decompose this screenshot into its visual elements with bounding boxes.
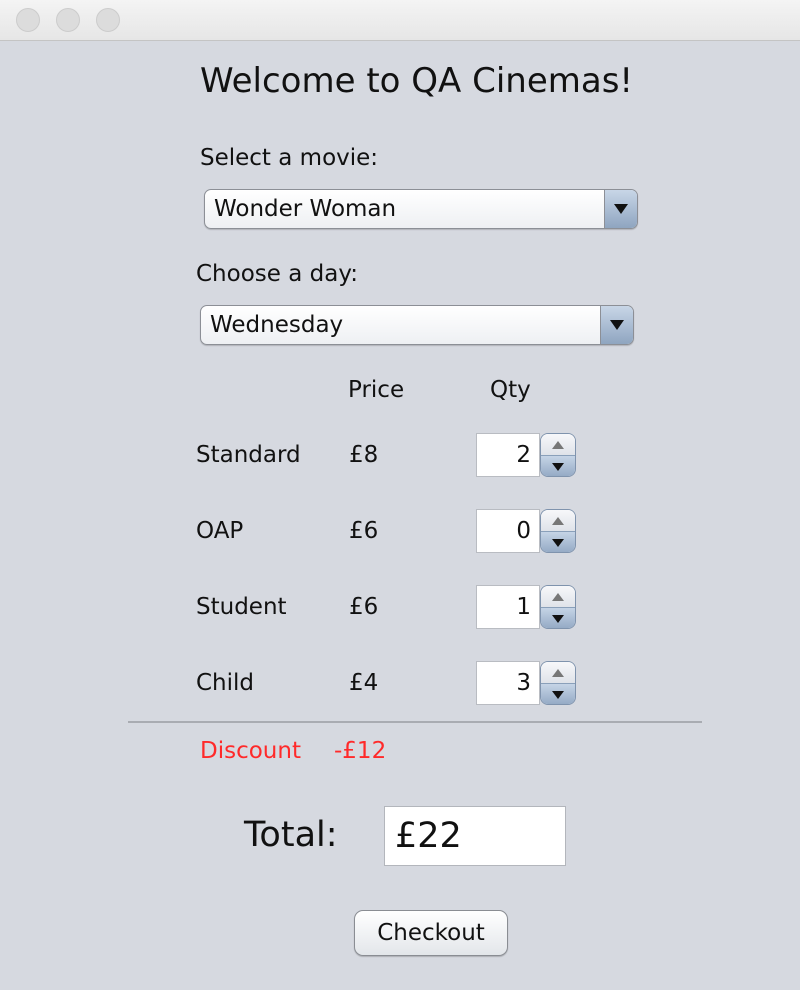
page-title: Welcome to QA Cinemas!: [200, 61, 634, 101]
movie-select-chevron-down-icon[interactable]: [604, 190, 637, 228]
ticket-price: £6: [349, 518, 379, 544]
ticket-type-label: OAP: [196, 518, 244, 544]
qty-stepper-input[interactable]: 2: [476, 433, 540, 477]
increment-arrow-icon[interactable]: [541, 662, 575, 683]
qty-stepper-buttons: [540, 433, 576, 477]
movie-select-value: Wonder Woman: [214, 196, 397, 222]
total-label: Total:: [244, 815, 338, 855]
movie-label: Select a movie:: [200, 145, 379, 171]
price-column-header: Price: [348, 377, 405, 403]
decrement-arrow-icon[interactable]: [541, 683, 575, 704]
window-close-button[interactable]: [16, 8, 40, 32]
discount-value: -£12: [334, 738, 387, 764]
window-minimize-button[interactable]: [56, 8, 80, 32]
day-select[interactable]: Wednesday: [200, 305, 634, 345]
qty-stepper[interactable]: 3: [476, 661, 576, 705]
decrement-arrow-icon[interactable]: [541, 607, 575, 628]
divider: [128, 721, 702, 723]
movie-select[interactable]: Wonder Woman: [204, 189, 638, 229]
day-select-chevron-down-icon[interactable]: [600, 306, 633, 344]
main-panel: Welcome to QA Cinemas! Select a movie: W…: [0, 41, 800, 990]
qty-stepper-buttons: [540, 509, 576, 553]
qty-stepper-input[interactable]: 1: [476, 585, 540, 629]
qty-column-header: Qty: [490, 377, 531, 403]
ticket-type-label: Child: [196, 670, 255, 696]
increment-arrow-icon[interactable]: [541, 510, 575, 531]
qty-stepper[interactable]: 0: [476, 509, 576, 553]
ticket-type-label: Standard: [196, 442, 301, 468]
day-label: Choose a day:: [196, 261, 359, 287]
day-select-value: Wednesday: [210, 312, 344, 338]
window-zoom-button[interactable]: [96, 8, 120, 32]
window-titlebar: [0, 0, 800, 41]
ticket-type-label: Student: [196, 594, 287, 620]
increment-arrow-icon[interactable]: [541, 434, 575, 455]
ticket-price: £8: [349, 442, 379, 468]
ticket-price: £4: [349, 670, 379, 696]
increment-arrow-icon[interactable]: [541, 586, 575, 607]
decrement-arrow-icon[interactable]: [541, 455, 575, 476]
checkout-button[interactable]: Checkout: [354, 910, 508, 956]
qty-stepper[interactable]: 2: [476, 433, 576, 477]
decrement-arrow-icon[interactable]: [541, 531, 575, 552]
qty-stepper-buttons: [540, 661, 576, 705]
qty-stepper-input[interactable]: 3: [476, 661, 540, 705]
qty-stepper-input[interactable]: 0: [476, 509, 540, 553]
total-field[interactable]: £22: [384, 806, 566, 866]
qty-stepper-buttons: [540, 585, 576, 629]
qty-stepper[interactable]: 1: [476, 585, 576, 629]
ticket-price: £6: [349, 594, 379, 620]
discount-label: Discount: [200, 738, 301, 764]
